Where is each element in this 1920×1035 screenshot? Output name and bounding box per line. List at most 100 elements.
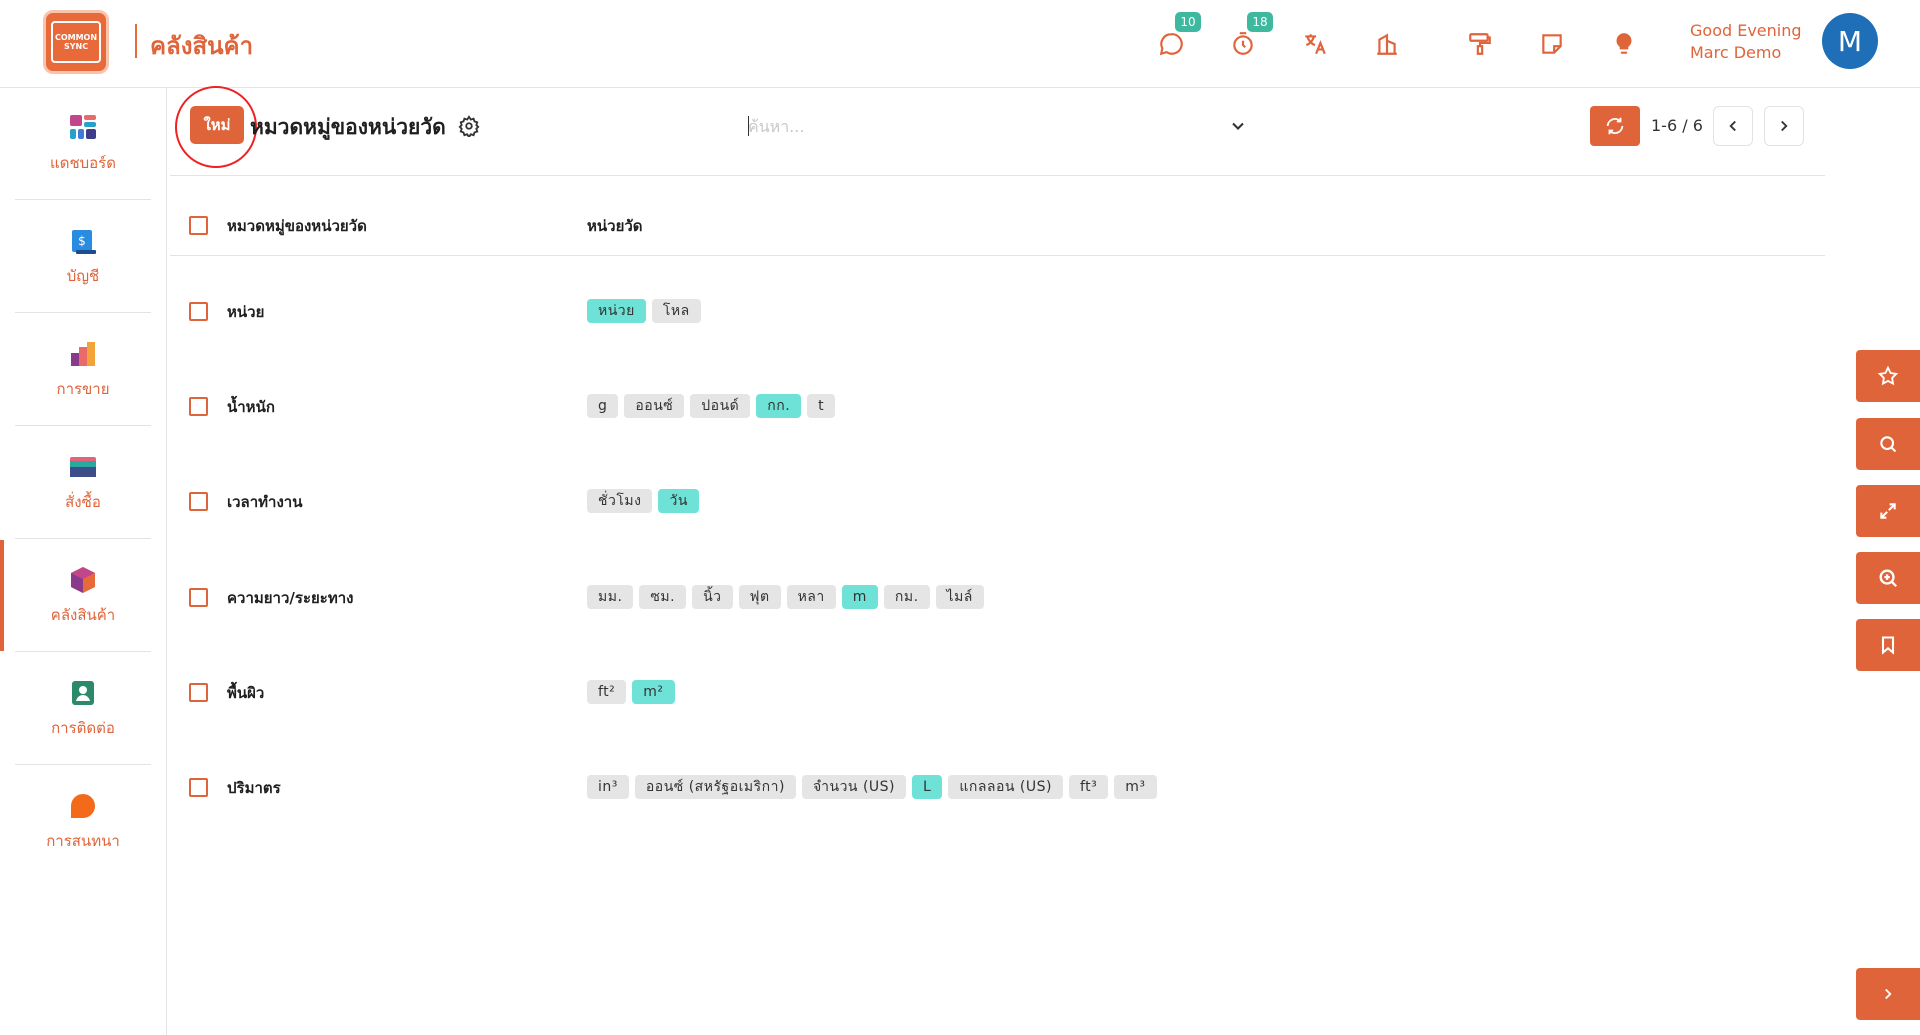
uom-tag: โหล: [651, 299, 701, 323]
sidebar-item-dashboard[interactable]: แดชบอร์ด: [15, 88, 151, 200]
app-title: คลังสินค้า: [150, 32, 254, 60]
sidebar-item-label: การติดต่อ: [51, 718, 115, 737]
sidebar-item-label: สั่งซื้อ: [65, 492, 101, 511]
uom-tag: กก.: [756, 394, 802, 418]
uom-tag: g: [587, 394, 619, 418]
bookmark-icon: [1881, 636, 1895, 655]
uom-tag: in³: [587, 775, 629, 799]
table-row[interactable]: ความยาว/ระยะทาง มม. ซม. นิ้ว ฟุต หลา m ก…: [170, 549, 1825, 645]
chat-icon: [1159, 33, 1183, 56]
column-header-category[interactable]: หมวดหมู่ของหน่วยวัด: [227, 214, 367, 238]
uom-tag-list: ชั่วโมง วัน: [587, 489, 699, 513]
pager-previous-button[interactable]: [1713, 106, 1753, 146]
sidebar-item-label: คลังสินค้า: [50, 605, 116, 624]
uom-tag: ออนซ์ (สหรัฐอเมริกา): [634, 775, 796, 799]
gear-icon: [458, 115, 480, 139]
refresh-icon: [1606, 117, 1624, 135]
favorite-button[interactable]: [1856, 350, 1920, 402]
table-row[interactable]: น้ำหนัก g ออนซ์ ปอนด์ กก. t: [170, 358, 1825, 454]
sidebar-item-contacts[interactable]: การติดต่อ: [15, 653, 151, 765]
translate-icon: [1305, 34, 1326, 55]
timer-button[interactable]: 18: [1227, 12, 1273, 60]
sales-icon: [71, 341, 95, 366]
stopwatch-icon: [1233, 32, 1253, 55]
sidebar-item-label: การขาย: [56, 379, 110, 398]
uom-tag: m: [841, 585, 878, 609]
top-bar: COMMON SYNC คลังสินค้า 10 18 Good Evenin…: [0, 0, 1920, 88]
uom-tag: ฟุต: [738, 585, 781, 609]
row-checkbox[interactable]: [189, 397, 208, 416]
sidebar-item-inventory[interactable]: คลังสินค้า: [0, 540, 151, 652]
row-category-name: น้ำหนัก: [227, 398, 275, 416]
language-button[interactable]: [1299, 28, 1331, 60]
sidebar-item-discuss[interactable]: การสนทนา: [15, 766, 151, 878]
refresh-button[interactable]: [1590, 106, 1640, 146]
uom-tag-list: in³ ออนซ์ (สหรัฐอเมริกา) จำนวน (US) L แก…: [587, 775, 1157, 799]
uom-tag-list: g ออนซ์ ปอนด์ กก. t: [587, 394, 836, 418]
tips-button[interactable]: [1608, 28, 1640, 60]
row-checkbox[interactable]: [189, 683, 208, 702]
paint-roller-icon: [1469, 33, 1491, 55]
row-category-name: ความยาว/ระยะทาง: [227, 589, 354, 607]
text-caret: [748, 116, 749, 136]
building-icon: [1377, 33, 1397, 55]
sticky-note-icon: [1542, 34, 1562, 54]
uom-tag-list: มม. ซม. นิ้ว ฟุต หลา m กม. ไมล์: [587, 585, 984, 609]
select-all-checkbox[interactable]: [189, 216, 208, 235]
pager-next-button[interactable]: [1764, 106, 1804, 146]
user-name: Marc Demo: [1690, 43, 1782, 62]
expand-icon: [1880, 503, 1896, 519]
expand-panel-button[interactable]: [1856, 968, 1920, 1020]
sidebar-item-sales[interactable]: การขาย: [15, 314, 151, 426]
uom-tag: ซม.: [639, 585, 687, 609]
page-title: หมวดหมู่ของหน่วยวัด: [250, 115, 446, 139]
uom-tag: หน่วย: [587, 299, 646, 323]
note-button[interactable]: [1536, 28, 1568, 60]
user-avatar[interactable]: M: [1822, 13, 1878, 69]
row-checkbox[interactable]: [189, 492, 208, 511]
zoom-button[interactable]: [1856, 552, 1920, 604]
search-options-button[interactable]: [1228, 116, 1248, 136]
table-row[interactable]: หน่วย หน่วย โหล: [170, 263, 1825, 359]
row-category-name: ปริมาตร: [227, 779, 281, 797]
paint-button[interactable]: [1464, 28, 1496, 60]
uom-tag: ft²: [587, 680, 627, 704]
contacts-icon: [72, 680, 94, 705]
uom-tag: มม.: [587, 585, 634, 609]
timer-badge: 18: [1247, 12, 1273, 32]
row-checkbox[interactable]: [189, 302, 208, 321]
row-checkbox[interactable]: [189, 588, 208, 607]
uom-tag: นิ้ว: [692, 585, 733, 609]
uom-tag: t: [807, 394, 836, 418]
chat-button[interactable]: 10: [1155, 12, 1201, 60]
company-button[interactable]: [1371, 28, 1403, 60]
table-row[interactable]: เวลาทำงาน ชั่วโมง วัน: [170, 453, 1825, 549]
settings-button[interactable]: [458, 115, 480, 139]
chevron-right-icon: [1781, 120, 1788, 132]
highlight-circle: [175, 86, 257, 168]
table-row[interactable]: พื้นผิว ft² m²: [170, 644, 1825, 740]
chevron-left-icon: [1729, 120, 1736, 132]
table-header: หมวดหมู่ของหน่วยวัด หน่วยวัด: [170, 176, 1825, 256]
search-input[interactable]: [748, 110, 1228, 142]
logo-text-1: COMMON: [54, 33, 98, 42]
pager-value[interactable]: 1-6 / 6: [1651, 116, 1703, 135]
app-logo[interactable]: COMMON SYNC: [43, 10, 109, 74]
uom-tag: ft³: [1068, 775, 1109, 799]
uom-tag: หลา: [786, 585, 836, 609]
expand-button[interactable]: [1856, 485, 1920, 537]
column-header-uom[interactable]: หน่วยวัด: [587, 214, 643, 238]
sidebar-item-purchase[interactable]: สั่งซื้อ: [15, 427, 151, 539]
row-checkbox[interactable]: [189, 778, 208, 797]
search-button[interactable]: [1856, 418, 1920, 470]
sidebar-item-accounting[interactable]: $ บัญชี: [15, 201, 151, 313]
sidebar-item-label: แดชบอร์ด: [50, 153, 116, 172]
sidebar-item-label: การสนทนา: [46, 832, 120, 850]
user-greeting: Good Evening Marc Demo: [1690, 20, 1802, 64]
bookmark-button[interactable]: [1856, 619, 1920, 671]
sidebar-item-label: บัญชี: [66, 266, 100, 285]
table-row[interactable]: ปริมาตร in³ ออนซ์ (สหรัฐอเมริกา) จำนวน (…: [170, 739, 1825, 835]
uom-tag: m³: [1114, 775, 1157, 799]
logo-text-2: SYNC: [63, 42, 89, 51]
uom-tag: ไมล์: [935, 585, 984, 609]
